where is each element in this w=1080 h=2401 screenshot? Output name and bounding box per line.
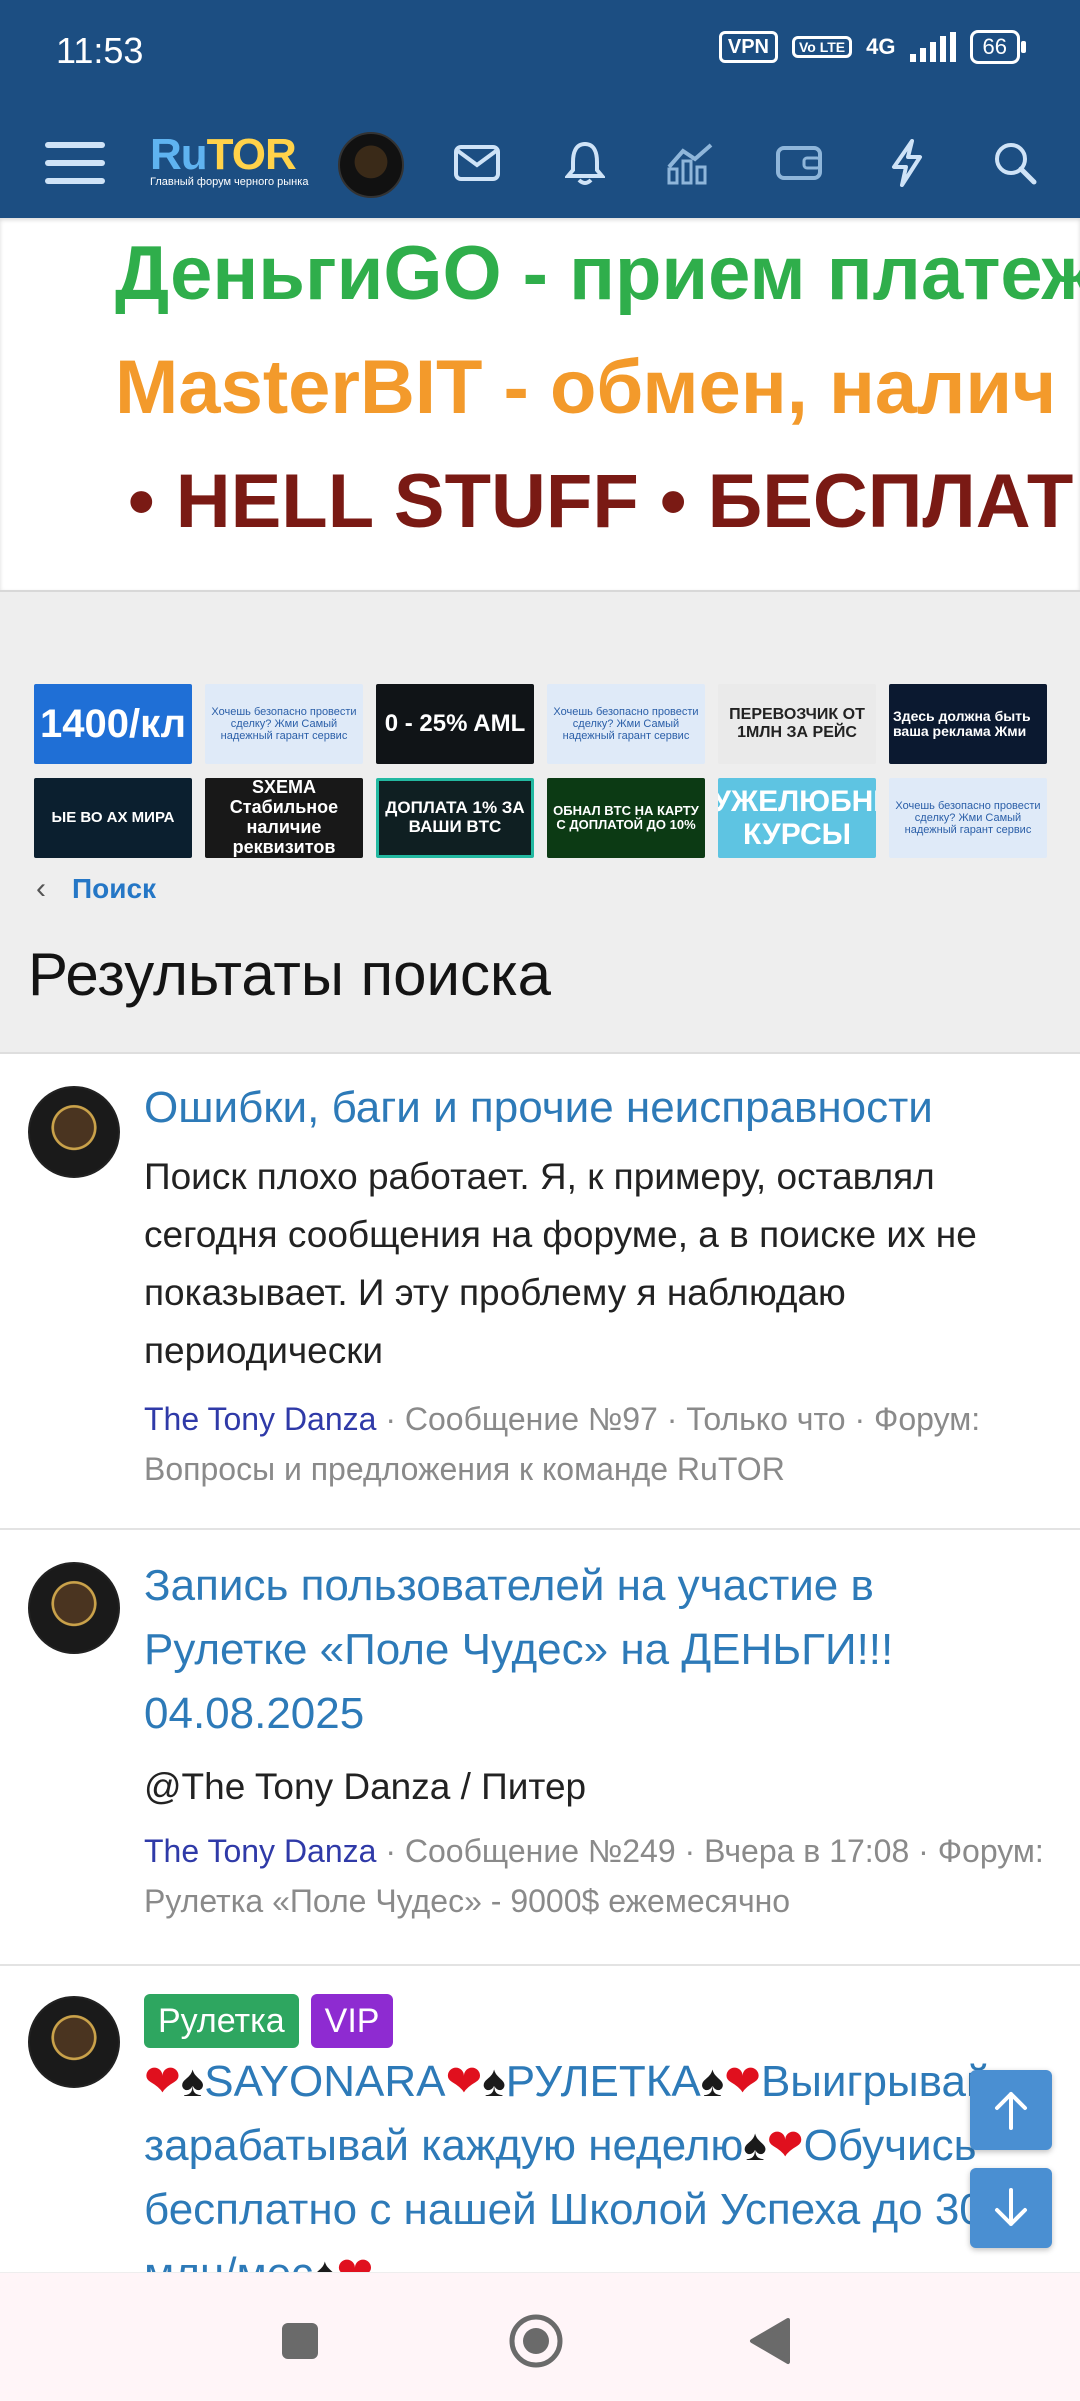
- prefix-tag-roulette[interactable]: Рулетка: [144, 1994, 299, 2048]
- home-button[interactable]: [496, 2301, 576, 2381]
- heart-icon: ❤: [724, 2057, 761, 2106]
- arrow-up-icon: [995, 2092, 1027, 2130]
- back-button[interactable]: [730, 2301, 810, 2381]
- logo-text: RuTOR: [150, 130, 297, 179]
- lightning-icon[interactable]: [872, 128, 942, 198]
- ad-banner[interactable]: SXEMA Стабильное наличие реквизитов: [205, 778, 363, 858]
- ad-banner[interactable]: Хочешь безопасно провести сделку? Жми Са…: [547, 684, 705, 764]
- prefix-tag-vip[interactable]: VIP: [310, 1994, 394, 2048]
- ad-banner[interactable]: Здесь должна быть ваша реклама Жми: [889, 684, 1047, 764]
- heart-icon: ❤: [337, 2249, 374, 2272]
- spade-icon: ♠: [700, 2057, 725, 2106]
- ad-banner[interactable]: 0 - 25% AML: [376, 684, 534, 764]
- ad-banner[interactable]: ДОПЛАТА 1% ЗА ВАШИ BTC: [376, 778, 534, 858]
- result-tags: Рулетка VIP: [144, 1994, 394, 2048]
- author-link[interactable]: The Tony Danza: [144, 1401, 376, 1437]
- vpn-indicator: VPN: [718, 31, 778, 63]
- ad-banner[interactable]: Хочешь безопасно провести сделку? Жми Са…: [889, 778, 1047, 858]
- result-snippet: Поиск плохо работает. Я, к примеру, оста…: [144, 1156, 977, 1371]
- result-meta: The Tony Danza · Сообщение №249 · Вчера …: [144, 1826, 1054, 1926]
- spade-icon: ♠: [313, 2249, 336, 2272]
- marquee-line-2[interactable]: MasterBIT - обмен, налич: [115, 344, 1056, 431]
- chart-icon[interactable]: [656, 128, 726, 198]
- result-title[interactable]: Ошибки, баги и прочие неисправности: [144, 1076, 1044, 1140]
- scroll-down-button[interactable]: [970, 2168, 1052, 2248]
- search-result[interactable]: Запись пользователей на участие в Рулетк…: [0, 1530, 1080, 1966]
- status-icons: VPN Vo LTE 4G 66: [718, 30, 1027, 64]
- arrow-down-icon: [995, 2188, 1027, 2226]
- result-title[interactable]: Запись пользователей на участие в Рулетк…: [144, 1554, 1044, 1746]
- heart-icon: ❤: [766, 2121, 804, 2170]
- ad-banner[interactable]: 1400/кл: [34, 684, 192, 764]
- search-result[interactable]: Рулетка VIP ❤♠SAYONARA❤♠РУЛЕТКА♠❤Выигрыв…: [0, 1966, 1080, 2272]
- home-circle-icon: [509, 2314, 563, 2368]
- user-avatar[interactable]: [338, 132, 404, 198]
- breadcrumb[interactable]: ‹ Поиск: [36, 872, 156, 906]
- mail-icon[interactable]: [442, 128, 512, 198]
- site-logo[interactable]: RuTOR Главный форум черного рынка: [150, 130, 320, 200]
- chevron-left-icon[interactable]: ‹: [36, 872, 46, 906]
- author-link[interactable]: The Tony Danza: [144, 1833, 376, 1869]
- spade-icon: ♠: [482, 2057, 506, 2106]
- spade-icon: ♠: [743, 2121, 767, 2170]
- ad-banner[interactable]: ЫЕ ВО АХ МИРА: [34, 778, 192, 858]
- search-icon[interactable]: [980, 128, 1050, 198]
- scroll-up-button[interactable]: [970, 2070, 1052, 2150]
- back-triangle-icon: [750, 2318, 790, 2364]
- logo-subtitle: Главный форум черного рынка: [150, 176, 309, 188]
- ad-banner[interactable]: Хочешь безопасно провести сделку? Жми Са…: [205, 684, 363, 764]
- breadcrumb-search-link[interactable]: Поиск: [72, 873, 156, 905]
- battery-level: 66: [969, 30, 1027, 64]
- page-header-area: 1400/кл Хочешь безопасно провести сделку…: [0, 590, 1080, 1054]
- heart-icon: ❤: [445, 2057, 483, 2106]
- page-title: Результаты поиска: [28, 941, 551, 1008]
- heart-icon: ❤: [144, 2057, 181, 2106]
- bell-icon[interactable]: [550, 128, 620, 198]
- marquee-line-3[interactable]: • HELL STUFF • БЕСПЛАТ: [128, 458, 1073, 545]
- ad-banner[interactable]: ДРУЖЕЛЮБНЫЕ КУРСЫ: [718, 778, 876, 858]
- result-title[interactable]: ❤♠SAYONARA❤♠РУЛЕТКА♠❤Выигрывай и зарабат…: [144, 2050, 1054, 2272]
- marquee-line-1[interactable]: ДеньгиGO - прием платеж: [115, 230, 1080, 317]
- wallet-icon[interactable]: [764, 128, 834, 198]
- network-type: 4G: [866, 34, 896, 59]
- author-avatar[interactable]: [28, 1996, 120, 2088]
- search-result[interactable]: Ошибки, баги и прочие неисправности Поис…: [0, 1052, 1080, 1530]
- result-snippet: @The Tony Danza / Питер: [144, 1766, 587, 1807]
- volte-indicator: Vo LTE: [792, 36, 853, 58]
- author-avatar[interactable]: [28, 1086, 120, 1178]
- menu-icon[interactable]: [40, 128, 110, 198]
- app-header: 11:53 VPN Vo LTE 4G 66 RuTOR Главный фор…: [0, 0, 1080, 218]
- banner-grid: 1400/кл Хочешь безопасно провести сделку…: [34, 684, 1047, 858]
- system-nav-bar: [0, 2272, 1080, 2401]
- ad-marquee[interactable]: ДеньгиGO - прием платеж MasterBIT - обме…: [0, 218, 1080, 590]
- signal-icon: [909, 32, 956, 62]
- ad-banner[interactable]: ПЕРЕВОЗЧИК ОТ 1МЛН ЗА РЕЙС: [718, 684, 876, 764]
- ad-banner[interactable]: ОБНАЛ BTC НА КАРТУ С ДОПЛАТОЙ ДО 10%: [547, 778, 705, 858]
- square-icon: [282, 2323, 318, 2359]
- author-avatar[interactable]: [28, 1562, 120, 1654]
- result-meta: The Tony Danza · Сообщение №97 · Только …: [144, 1394, 1054, 1494]
- status-time: 11:53: [56, 30, 144, 71]
- app-bar: RuTOR Главный форум черного рынка: [0, 110, 1080, 218]
- spade-icon: ♠: [180, 2057, 205, 2106]
- recent-apps-button[interactable]: [260, 2301, 340, 2381]
